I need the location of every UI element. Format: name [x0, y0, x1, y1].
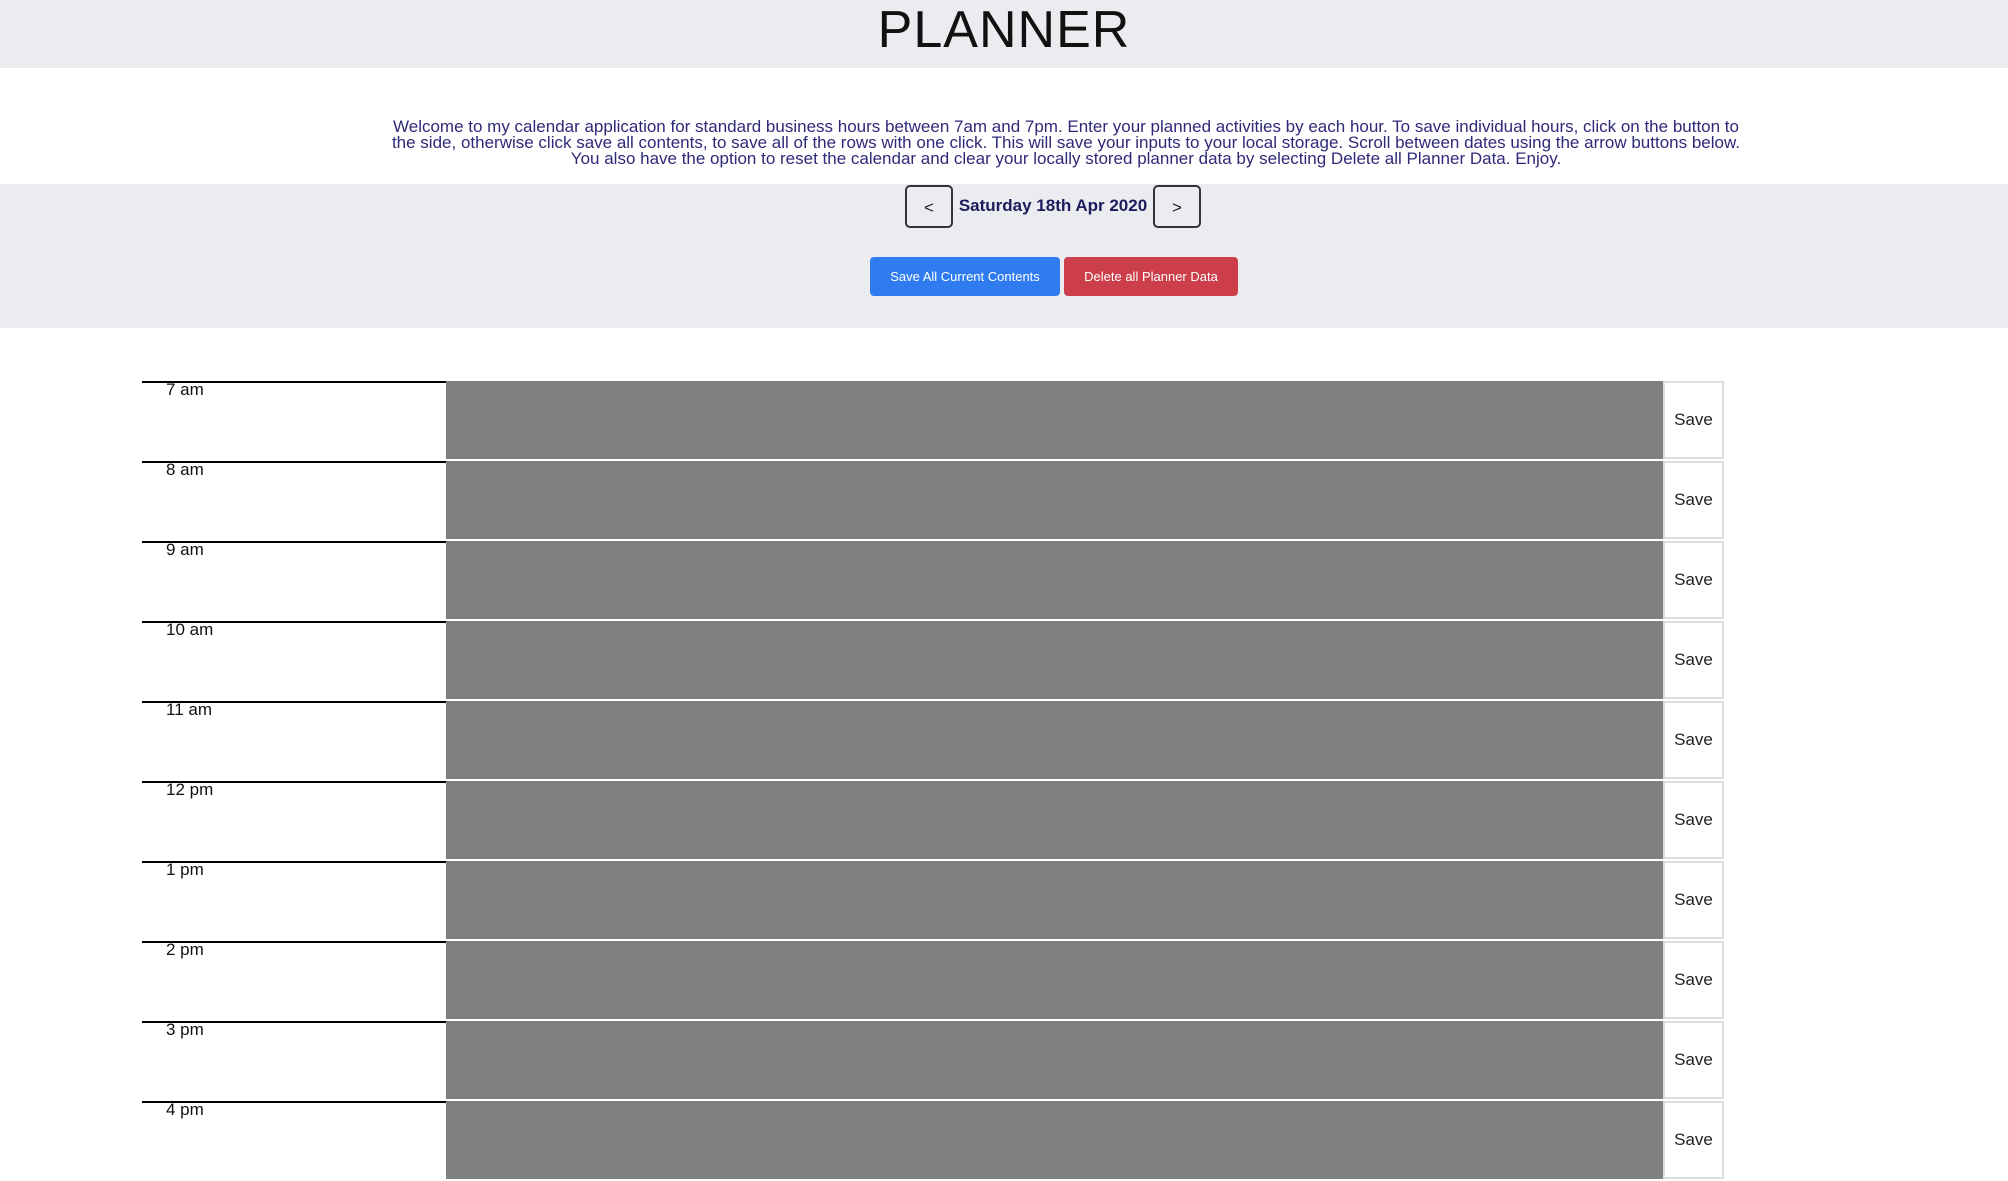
row-save-button[interactable]: Save [1663, 781, 1724, 859]
row-save-button[interactable]: Save [1663, 621, 1724, 699]
hour-label: 12 pm [142, 781, 446, 861]
page-title: PLANNER [877, 1, 1131, 59]
delete-all-button[interactable]: Delete all Planner Data [1064, 257, 1238, 296]
hour-row: 2 pm Save [142, 941, 1724, 1021]
row-save-button[interactable]: Save [1663, 541, 1724, 619]
hour-label: 4 pm [142, 1101, 446, 1181]
activity-input[interactable] [446, 1101, 1664, 1181]
activity-input[interactable] [446, 941, 1664, 1021]
row-save-button[interactable]: Save [1663, 381, 1724, 459]
next-day-button[interactable]: > [1153, 185, 1201, 228]
row-save-button[interactable]: Save [1663, 861, 1724, 939]
hour-row: 1 pm Save [142, 861, 1724, 941]
row-save-button[interactable]: Save [1663, 461, 1724, 539]
hour-label: 2 pm [142, 941, 446, 1021]
hour-row: 8 am Save [142, 461, 1724, 541]
hour-label: 3 pm [142, 1021, 446, 1101]
hour-row: 4 pm Save [142, 1101, 1724, 1181]
hour-row: 9 am Save [142, 541, 1724, 621]
hour-label: 8 am [142, 461, 446, 541]
header-bar: PLANNER [0, 0, 2008, 68]
save-all-button[interactable]: Save All Current Contents [870, 257, 1060, 296]
row-save-button[interactable]: Save [1663, 701, 1724, 779]
row-save-button[interactable]: Save [1663, 941, 1724, 1019]
activity-input[interactable] [446, 461, 1664, 541]
hour-label: 9 am [142, 541, 446, 621]
previous-day-button[interactable]: < [905, 185, 953, 228]
hour-row: 11 am Save [142, 701, 1724, 781]
hour-row: 7 am Save [142, 381, 1724, 461]
hour-label: 7 am [142, 381, 446, 461]
activity-input[interactable] [446, 701, 1664, 781]
activity-input[interactable] [446, 781, 1664, 861]
hour-label: 11 am [142, 701, 446, 781]
activity-input[interactable] [446, 381, 1664, 461]
activity-input[interactable] [446, 541, 1664, 621]
hour-row: 10 am Save [142, 621, 1724, 701]
hour-label: 10 am [142, 621, 446, 701]
row-save-button[interactable]: Save [1663, 1021, 1724, 1099]
intro-text: Welcome to my calendar application for s… [391, 117, 1741, 168]
activity-input[interactable] [446, 1021, 1664, 1101]
row-save-button[interactable]: Save [1663, 1101, 1724, 1179]
current-date: Saturday 18th Apr 2020 [958, 196, 1148, 215]
hour-row: 12 pm Save [142, 781, 1724, 861]
activity-input[interactable] [446, 621, 1664, 701]
activity-input[interactable] [446, 861, 1664, 941]
hour-row: 3 pm Save [142, 1021, 1724, 1101]
hour-label: 1 pm [142, 861, 446, 941]
hour-rows: 7 am Save 8 am Save 9 am Save 10 am Save… [142, 381, 1724, 1181]
